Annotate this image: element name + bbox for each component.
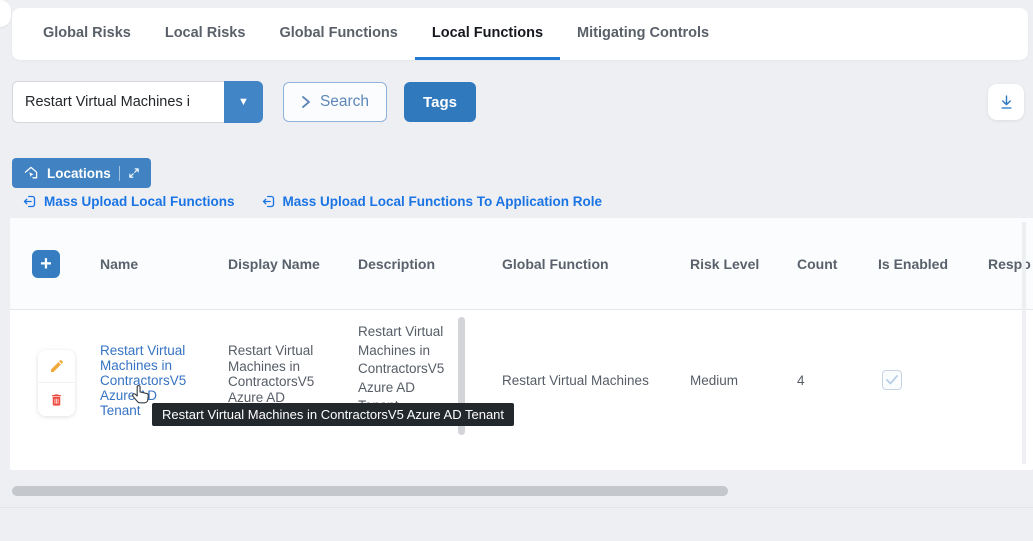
search-button[interactable]: Search [283, 82, 387, 122]
expand-icon[interactable] [128, 167, 140, 179]
upload-icon [22, 194, 37, 209]
column-header-display-name[interactable]: Display Name [218, 256, 348, 272]
add-row-button[interactable]: + [32, 250, 60, 278]
search-dropdown-button[interactable]: ▼ [224, 81, 263, 123]
chevron-down-icon: ▼ [238, 96, 249, 108]
local-functions-table: + Name Display Name Description Global F… [10, 218, 1033, 470]
edit-button[interactable] [38, 350, 75, 383]
download-button[interactable] [988, 84, 1024, 120]
search-button-label: Search [320, 93, 369, 111]
check-icon [886, 375, 898, 385]
table-header-row: + Name Display Name Description Global F… [10, 218, 1033, 310]
row-display-name: Restart Virtual Machines in ContractorsV… [228, 343, 316, 405]
download-icon [998, 94, 1015, 111]
trash-icon [49, 392, 64, 408]
search-input[interactable] [12, 81, 224, 123]
chevron-right-icon [301, 95, 311, 109]
tab-local-risks[interactable]: Local Risks [148, 8, 263, 60]
tab-global-risks[interactable]: Global Risks [26, 8, 148, 60]
search-combo: ▼ [12, 81, 263, 123]
row-name-tooltip: Restart Virtual Machines in ContractorsV… [152, 403, 514, 426]
tab-bar: Global Risks Local Risks Global Function… [12, 8, 1028, 60]
mass-upload-links: Mass Upload Local Functions Mass Upload … [22, 194, 602, 209]
tags-button[interactable]: Tags [404, 82, 476, 122]
link-label: Mass Upload Local Functions [44, 194, 235, 209]
locations-label: Locations [47, 166, 111, 181]
bottom-divider [0, 507, 1033, 508]
is-enabled-checkbox[interactable] [882, 370, 902, 390]
column-header-global-function[interactable]: Global Function [492, 256, 680, 272]
locations-button[interactable]: Locations [12, 158, 151, 188]
cursor-hand-icon [130, 383, 153, 407]
locations-icon [23, 165, 39, 181]
horizontal-scrollbar[interactable] [12, 486, 728, 496]
table-row: Restart Virtual Machines in ContractorsV… [10, 310, 1033, 450]
column-header-count[interactable]: Count [787, 256, 868, 272]
mass-upload-local-functions-link[interactable]: Mass Upload Local Functions [22, 194, 235, 209]
table-vertical-scroll-track[interactable] [1022, 222, 1026, 464]
tab-local-functions[interactable]: Local Functions [415, 8, 560, 60]
delete-button[interactable] [38, 383, 75, 416]
tab-global-functions[interactable]: Global Functions [262, 8, 414, 60]
column-header-description[interactable]: Description [348, 256, 492, 272]
button-divider [119, 166, 120, 181]
mass-upload-to-application-role-link[interactable]: Mass Upload Local Functions To Applicati… [261, 194, 603, 209]
column-header-is-enabled[interactable]: Is Enabled [868, 256, 978, 272]
drawer-handle[interactable] [0, 0, 11, 27]
upload-icon [261, 194, 276, 209]
row-count: 4 [797, 373, 868, 389]
pencil-icon [49, 358, 65, 374]
link-label: Mass Upload Local Functions To Applicati… [283, 194, 603, 209]
tab-mitigating-controls[interactable]: Mitigating Controls [560, 8, 726, 60]
row-risk-level: Medium [690, 373, 787, 389]
row-global-function: Restart Virtual Machines [502, 373, 680, 389]
column-header-name[interactable]: Name [90, 256, 218, 272]
row-action-group [38, 350, 75, 416]
column-header-risk-level[interactable]: Risk Level [680, 256, 787, 272]
